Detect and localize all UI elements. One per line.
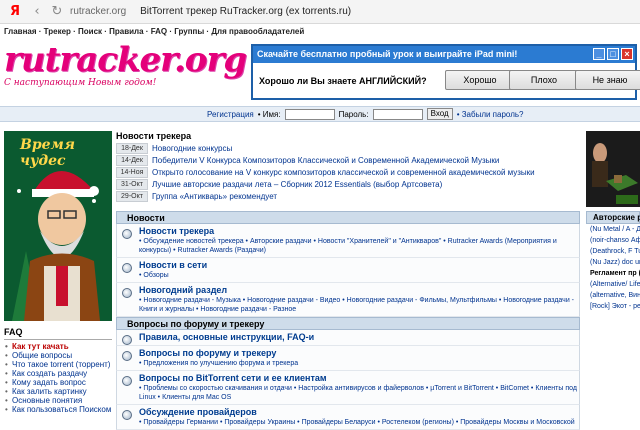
forum-row: Новости трекера • Обсуждение новостей тр… (116, 224, 580, 258)
yandex-icon[interactable]: Я (6, 3, 24, 21)
forum-title[interactable]: Новогодний раздел (139, 285, 577, 296)
faq-item[interactable]: Основные понятия (4, 396, 112, 405)
forum-title[interactable]: Вопросы по форуму и трекеру (139, 348, 577, 359)
news-date: 14-Дек (116, 154, 148, 166)
forum-status-icon (122, 410, 132, 420)
site-logo[interactable]: rutracker.org С наступающим Новым годом! (4, 40, 247, 100)
news-item: 14-Дек Победители V Конкурса Композиторов… (116, 154, 582, 166)
release-link[interactable]: [Rock] Экот - релиз) 2013 (586, 301, 640, 312)
forum-status-icon (122, 351, 132, 361)
subforum-links[interactable]: • Обзоры (139, 271, 577, 280)
subforum-links[interactable]: • Провайдеры Германии • Провайдеры Украи… (139, 418, 577, 427)
faq-item[interactable]: Кому задать вопрос (4, 378, 112, 387)
forum-status-icon (122, 335, 132, 345)
release-link[interactable]: (Alternative/ Life - EP "Я те (586, 279, 640, 290)
top-nav: Главная · Трекер · Поиск · Правила · FAQ… (0, 25, 640, 39)
login-button[interactable]: Вход (426, 108, 453, 120)
release-link[interactable]: (noir-chanso Аффинаж » Д (586, 235, 640, 246)
forum-index: Новости Новости трекера • Обсуждение нов… (116, 211, 580, 430)
forum-title[interactable]: Обсуждение провайдеров (139, 407, 577, 418)
top-nav-links[interactable]: Главная · Трекер · Поиск · Правила · FAQ… (4, 27, 304, 36)
name-label: • Имя: (257, 109, 281, 119)
release-link[interactable]: (alternative, Виноград-на (586, 290, 640, 301)
ad-close-icon[interactable]: × (621, 48, 633, 60)
ad-maximize-icon[interactable]: □ (607, 48, 619, 60)
faq-item[interactable]: Что такое torrent (торрент) (4, 360, 112, 369)
forum-row: Новогодний раздел • Новогодние раздачи -… (116, 283, 580, 317)
news-item: 18-Дек Новогодние конкурсы (116, 142, 582, 154)
news-item: 31-Окт Лучшие авторские раздачи лета – Сб… (116, 178, 582, 190)
release-link[interactable]: (Nu Jazz) doc unreleased a 2013 (586, 257, 640, 268)
news-link[interactable]: Новогодние конкурсы (152, 144, 232, 153)
release-link[interactable]: (Deathrock, F Tussor - Дети (586, 246, 640, 257)
ad-answer-unknown-button[interactable]: Не знаю (575, 70, 640, 90)
page-title: BitTorrent трекер RuTracker.org (ex torr… (140, 6, 352, 17)
news-link[interactable]: Лучшие авторские раздачи лета – Сборник … (152, 180, 442, 189)
subforum-links[interactable]: • Обсуждение новостей трекера • Авторски… (139, 237, 577, 255)
forum-status-icon (122, 263, 132, 273)
ad-banner: Скачайте бесплатно пробный урок и выигра… (251, 44, 640, 100)
logo-text: rutracker.org (4, 40, 247, 80)
subforum-links[interactable]: • Проблемы со скоростью скачивания и отд… (139, 384, 577, 402)
forum-title[interactable]: Правила, основные инструкции, FAQ-и (139, 332, 577, 343)
forum-status-icon (122, 288, 132, 298)
forum-row: Правила, основные инструкции, FAQ-и (116, 330, 580, 346)
author-releases-heading: Авторские ре (586, 211, 640, 224)
promo-banner[interactable]: Время чудес (4, 131, 112, 321)
game-ad-illustration (586, 131, 640, 207)
tracker-news-heading: Новости трекера (116, 131, 192, 141)
refresh-icon[interactable]: ↻ (50, 4, 64, 19)
forum-status-icon (122, 229, 132, 239)
news-date: 14-Ноя (116, 166, 148, 178)
forgot-password-link[interactable]: • Забыли пароль? (457, 110, 524, 119)
news-date: 18-Дек (116, 142, 148, 154)
news-date: 29-Окт (116, 190, 148, 202)
password-input[interactable] (372, 108, 423, 120)
news-link[interactable]: Открыто голосование на V конкурс компози… (152, 168, 535, 177)
faq-item[interactable]: Как пользоваться Поиском (4, 405, 112, 414)
subforum-links[interactable]: • Новогодние раздачи - Музыка • Новогодн… (139, 296, 577, 314)
username-input[interactable] (284, 108, 335, 120)
faq-item[interactable]: Как залить картинку (4, 387, 112, 396)
promo-title: Время чудес (20, 137, 75, 169)
ad-headline[interactable]: Скачайте бесплатно пробный урок и выигра… (253, 46, 635, 63)
password-label: Пароль: (338, 109, 369, 119)
category-news-header[interactable]: Новости (116, 211, 580, 224)
forum-status-icon (122, 376, 132, 386)
back-icon[interactable]: ‹ (30, 4, 44, 19)
author-releases-panel: Авторские ре (Nu Metal / A - Другие - 20… (586, 211, 640, 425)
news-link[interactable]: Группа «Антикварь» рекомендует (152, 192, 277, 201)
faq-item[interactable]: Как тут качать (4, 342, 112, 351)
faq-heading: FAQ (4, 327, 112, 340)
forum-row: Вопросы по форуму и трекеру • Предложени… (116, 346, 580, 371)
release-link[interactable]: Регламент пр (Или как пол раздачу) (586, 268, 640, 279)
news-item: 14-Ноя Открыто голосование на V конкурс к… (116, 166, 582, 178)
forum-row: Вопросы по BitTorrent сети и ее клиентам… (116, 371, 580, 405)
login-bar: Регистрация • Имя: Пароль: Вход • Забыли… (0, 106, 640, 122)
ad-answer-bad-button[interactable]: Плохо (509, 70, 579, 90)
ad-answer-good-button[interactable]: Хорошо (445, 70, 515, 90)
forum-row: Новости в сети • Обзоры (116, 258, 580, 283)
faq-item[interactable]: Общие вопросы (4, 351, 112, 360)
browser-toolbar: Я ‹ ↻ rutracker.org BitTorrent трекер Ru… (0, 0, 640, 24)
subforum-links[interactable]: • Предложения по улучшению форума и трек… (139, 359, 577, 368)
release-link[interactable]: (Nu Metal / A - Другие - 201 (586, 224, 640, 235)
ad-minimize-icon[interactable]: _ (593, 48, 605, 60)
forum-title[interactable]: Новости трекера (139, 226, 577, 237)
url-domain[interactable]: rutracker.org (70, 6, 126, 17)
news-date: 31-Окт (116, 178, 148, 190)
news-link[interactable]: Победители V Конкурса Композиторов Класс… (152, 156, 499, 165)
forum-title[interactable]: Новости в сети (139, 260, 577, 271)
tracker-news: Новости трекера 18-Дек Новогодние конкурс… (116, 131, 582, 202)
forum-title[interactable]: Вопросы по BitTorrent сети и ее клиентам (139, 373, 577, 384)
category-questions-header[interactable]: Вопросы по форуму и трекеру (116, 317, 580, 330)
faq-block: FAQ Как тут качать Общие вопросы Что так… (4, 327, 112, 414)
news-item: 29-Окт Группа «Антикварь» рекомендует (116, 190, 582, 202)
game-ad-banner[interactable] (586, 131, 640, 207)
register-link[interactable]: Регистрация (207, 110, 254, 119)
ad-question: Хорошо ли Вы знаете АНГЛИЙСКИЙ? (259, 76, 427, 86)
ad-headline-text: Скачайте бесплатно пробный урок и выигра… (257, 49, 518, 59)
faq-item[interactable]: Как создать раздачу (4, 369, 112, 378)
forum-row: Обсуждение провайдеров • Провайдеры Герм… (116, 405, 580, 430)
